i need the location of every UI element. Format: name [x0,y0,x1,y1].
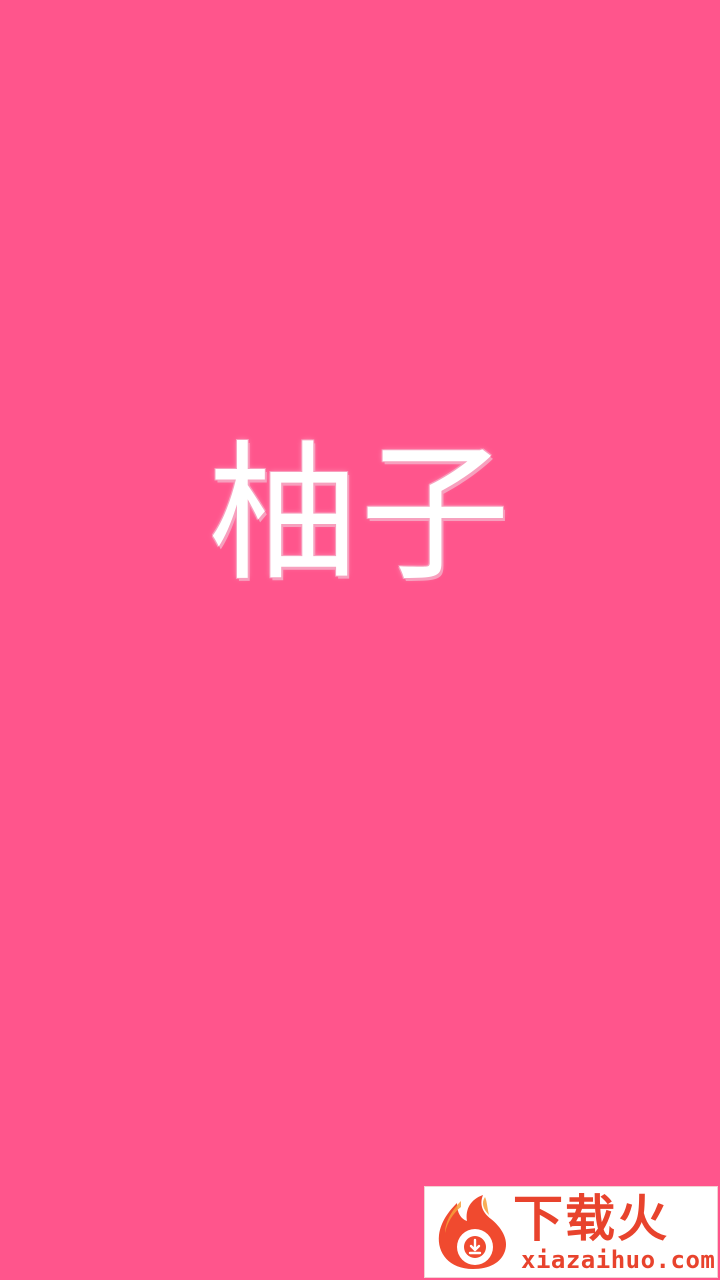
flame-download-icon [438,1195,507,1269]
watermark-badge: 下载火 xiazaihuo.com [424,1186,718,1278]
watermark-brand-en: xiazaihuo.com [521,1246,716,1274]
app-title: 柚子 [207,428,512,602]
splash-screen: 柚子 [0,0,720,1280]
watermark-brand-cn: 下载火 [513,1190,669,1248]
